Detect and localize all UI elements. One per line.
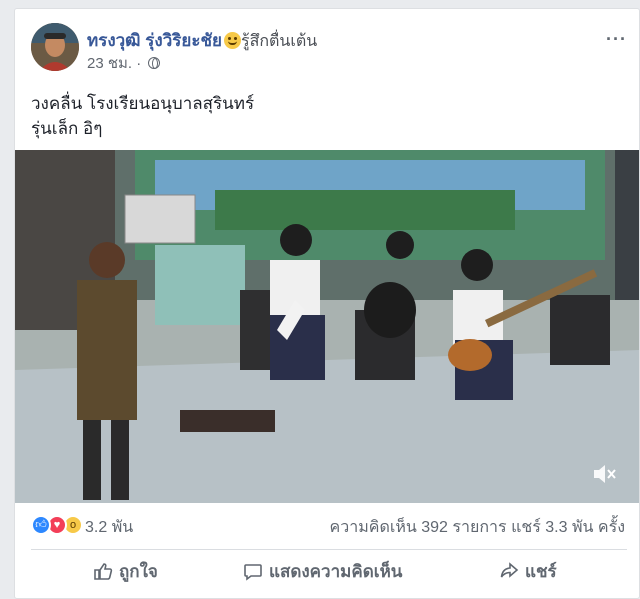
author-line: ทรงวุฒิ รุ่งวิริยะชัย รู้สึกตื่นเต้น bbox=[87, 27, 317, 54]
share-label: แชร์ bbox=[525, 561, 557, 581]
thumbs-up-icon bbox=[94, 563, 113, 580]
share-button[interactable]: แชร์ bbox=[499, 556, 557, 586]
video-frame bbox=[15, 150, 639, 503]
comment-button[interactable]: แสดงความคิดเห็น bbox=[243, 556, 402, 586]
video-player[interactable] bbox=[15, 150, 639, 503]
post-text: วงคลื่น โรงเรียนอนุบาลสุรินทร์ รุ่นเล็ก … bbox=[31, 91, 254, 141]
share-arrow-icon bbox=[500, 562, 519, 578]
post-meta: 23 ชม. · bbox=[87, 51, 161, 75]
comments-shares: ความคิดเห็น 392 รายการ แชร์ 3.3 พัน ครั้… bbox=[330, 515, 625, 540]
feed-post: ทรงวุฒิ รุ่งวิริยะชัย รู้สึกตื่นเต้น 23 ช… bbox=[14, 8, 640, 599]
post-header: ทรงวุฒิ รุ่งวิริยะชัย รู้สึกตื่นเต้น 23 ช… bbox=[31, 23, 627, 75]
comment-count[interactable]: ความคิดเห็น 392 รายการ bbox=[330, 519, 507, 536]
comment-label: แสดงความคิดเห็น bbox=[269, 561, 403, 581]
feeling-text: รู้สึกตื่นเต้น bbox=[240, 33, 318, 50]
like-label: ถูกใจ bbox=[119, 561, 158, 581]
comment-bubble-icon bbox=[244, 564, 262, 581]
author-name[interactable]: ทรงวุฒิ รุ่งวิริยะชัย bbox=[87, 31, 222, 50]
like-reaction-icon: 👍︎ bbox=[31, 515, 51, 535]
like-button[interactable]: ถูกใจ bbox=[93, 556, 158, 586]
post-text-line: วงคลื่น โรงเรียนอนุบาลสุรินทร์ bbox=[31, 94, 255, 113]
smiling-face-emoji-icon bbox=[223, 32, 241, 49]
share-count[interactable]: แชร์ 3.3 พัน ครั้ง bbox=[511, 519, 625, 536]
post-timestamp[interactable]: 23 ชม. · bbox=[87, 55, 145, 72]
globe-icon[interactable] bbox=[148, 57, 161, 69]
avatar[interactable] bbox=[31, 23, 79, 71]
engagement-stats: 👍︎ ♥ o 3.2 พัน ความคิดเห็น 392 รายการ แช… bbox=[31, 513, 627, 539]
speaker-muted-icon[interactable] bbox=[591, 461, 617, 487]
post-text-line: รุ่นเล็ก อิๆ bbox=[31, 119, 103, 138]
more-options-icon[interactable]: ··· bbox=[606, 29, 627, 50]
action-bar: ถูกใจ แสดงความคิดเห็น แชร์ bbox=[31, 549, 627, 587]
reaction-icons[interactable]: 👍︎ ♥ o bbox=[31, 515, 91, 535]
reaction-count[interactable]: 3.2 พัน bbox=[85, 515, 133, 540]
